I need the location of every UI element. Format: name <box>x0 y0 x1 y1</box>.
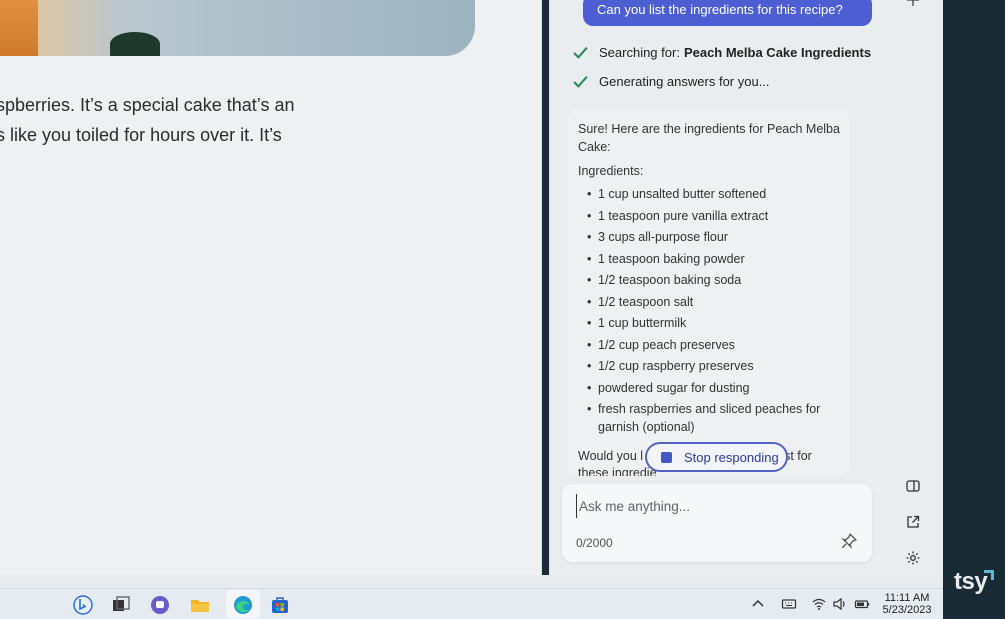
teams-chat-icon[interactable] <box>149 594 171 616</box>
composer: 0/2000 <box>562 484 872 562</box>
ingredient-item: 1 cup unsalted butter softened <box>587 186 848 204</box>
status-searching-label: Searching for: <box>599 44 680 60</box>
split-view-icon[interactable] <box>905 478 921 494</box>
open-external-icon[interactable] <box>905 514 921 530</box>
hero-image-fruit <box>0 0 38 56</box>
stop-responding-label: Stop responding <box>684 449 779 465</box>
side-rail <box>884 0 943 575</box>
hero-image <box>0 0 475 56</box>
ask-input[interactable] <box>576 494 851 518</box>
status-search-query: Peach Melba Cake Ingredients <box>683 44 872 60</box>
ingredient-item: 1 teaspoon baking powder <box>587 251 848 269</box>
ingredient-item: 1 teaspoon pure vanilla extract <box>587 208 848 226</box>
taskbar-gap <box>0 575 943 588</box>
task-view-icon[interactable] <box>110 594 132 616</box>
wifi-icon[interactable] <box>811 596 827 612</box>
bing-icon[interactable] <box>72 594 94 616</box>
status-searching: Searching for: Peach Melba Cake Ingredie… <box>572 42 871 62</box>
ingredient-item: 3 cups all-purpose flour <box>587 229 848 247</box>
settings-gear-icon[interactable] <box>905 550 921 566</box>
clock-date: 5/23/2023 <box>882 604 932 616</box>
ingredients-heading: Ingredients: <box>578 164 644 178</box>
answer-intro: Sure! Here are the ingredients for Peach… <box>578 122 840 154</box>
article-line: spberries. It’s a special cake that’s an <box>0 95 295 115</box>
user-message: Can you list the ingredients for this re… <box>583 0 872 26</box>
answer-card: Sure! Here are the ingredients for Peach… <box>568 110 850 476</box>
add-icon[interactable] <box>905 0 921 8</box>
article-body: spberries. It’s a special cake that’s an… <box>0 90 541 150</box>
edge-browser-icon[interactable] <box>232 594 254 616</box>
video-frame-edge <box>943 0 1005 618</box>
chevron-up-icon[interactable] <box>750 596 766 612</box>
answer-closing-end: st for <box>784 449 812 463</box>
microsoft-store-icon[interactable] <box>269 594 291 616</box>
status-generating-label: Generating answers for you... <box>599 73 770 89</box>
copilot-panel: Can you list the ingredients for this re… <box>549 0 885 575</box>
ingredient-list: 1 cup unsalted butter softened 1 teaspoo… <box>568 186 848 440</box>
ingredient-item: 1/2 cup raspberry preserves <box>587 358 848 376</box>
ingredient-item: 1/2 teaspoon salt <box>587 294 848 312</box>
clock[interactable]: 11:11 AM 5/23/2023 <box>876 592 938 616</box>
taskbar: 11:11 AM 5/23/2023 <box>0 588 943 619</box>
ingredient-item: 1 cup buttermilk <box>587 315 848 333</box>
ingredient-item: 1/2 cup peach preserves <box>587 337 848 355</box>
ingredient-item: powdered sugar for dusting <box>587 380 848 398</box>
ingredient-item: 1/2 teaspoon baking soda <box>587 272 848 290</box>
file-explorer-icon[interactable] <box>189 594 211 616</box>
hero-image-leaf <box>110 32 160 56</box>
answer-closing-start: Would you l <box>578 449 644 463</box>
pin-icon[interactable] <box>840 532 858 550</box>
keyboard-icon[interactable] <box>781 596 797 612</box>
check-icon <box>573 75 588 88</box>
watermark-logo-mark <box>984 570 994 580</box>
char-counter: 0/2000 <box>576 536 613 550</box>
clock-time: 11:11 AM <box>884 592 930 604</box>
volume-icon[interactable] <box>832 596 848 612</box>
watermark-logo: tsy <box>954 568 988 595</box>
battery-icon[interactable] <box>854 596 870 612</box>
stop-responding-button[interactable]: Stop responding <box>645 442 788 472</box>
check-icon <box>573 46 588 59</box>
article-line: s like you toiled for hours over it. It’… <box>0 125 282 145</box>
status-generating: Generating answers for you... <box>572 71 770 91</box>
stop-icon <box>661 451 672 463</box>
answer-closing-line2: these ingredie <box>578 466 657 476</box>
article-page: spberries. It’s a special cake that’s an… <box>0 0 542 575</box>
ingredient-item: fresh raspberries and sliced peaches for… <box>587 401 848 436</box>
